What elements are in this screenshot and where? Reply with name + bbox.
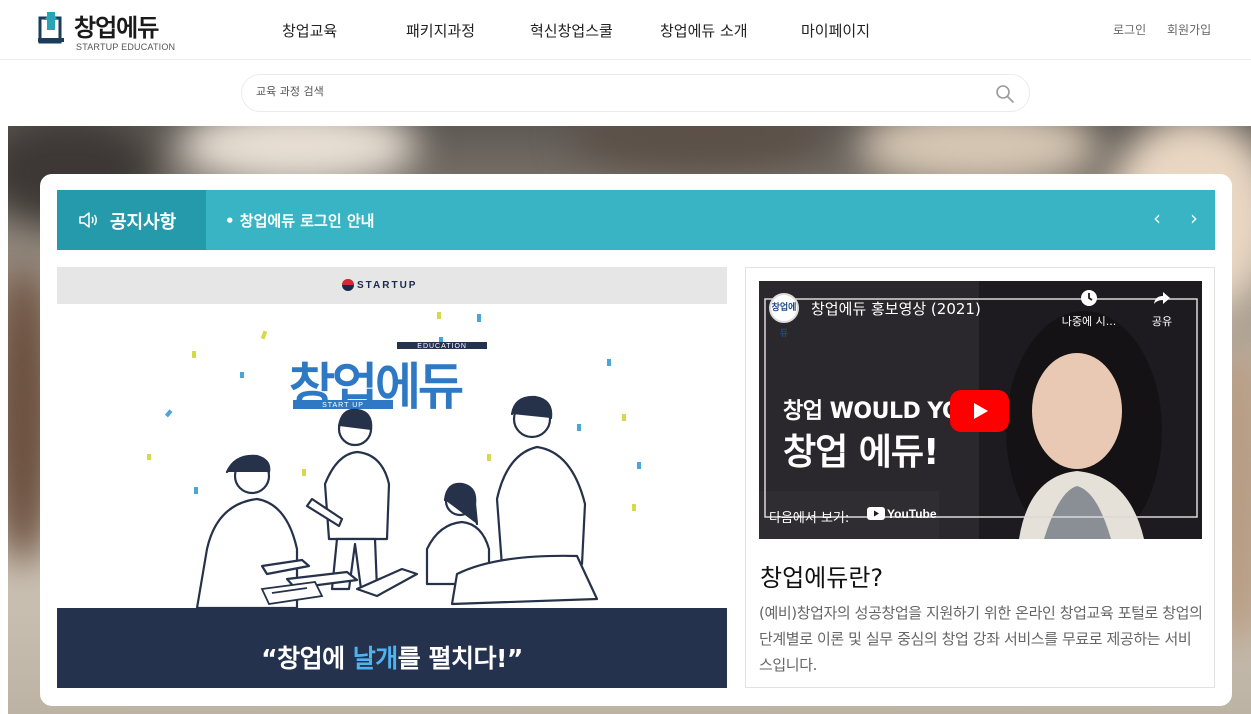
- watch-on-label: 다음에서 보기:: [769, 511, 850, 526]
- notice-title: 공지사항: [110, 212, 177, 233]
- video-headline-1: 창업 WOULD YOU: [783, 399, 978, 424]
- about-title: 창업에듀란?: [760, 564, 884, 592]
- play-button[interactable]: [950, 390, 1009, 432]
- logo-icon: [38, 12, 64, 44]
- notice-item-link[interactable]: • 창업에듀 로그인 안내: [225, 210, 374, 231]
- nav-package-course[interactable]: 패키지과정: [406, 20, 475, 41]
- logo-subtitle: STARTUP EDUCATION: [76, 42, 176, 52]
- clock-icon: [1081, 290, 1097, 306]
- banner-illustration: EDUCATION 창업에듀 START UP: [57, 304, 727, 608]
- slogan-highlight: 날개: [352, 644, 399, 673]
- slogan-part-1: “창업에: [261, 644, 353, 673]
- watch-later-label: 나중에 시...: [1061, 315, 1117, 328]
- banner-brand-strip: STARTUP: [57, 267, 727, 304]
- promo-banner[interactable]: STARTUP EDUCATION 창업에듀 START UP “창업에 날개를…: [57, 267, 727, 688]
- share-icon: [1154, 292, 1170, 304]
- watch-later-button[interactable]: 나중에 시...: [1059, 289, 1119, 329]
- banner-slogan: “창업에 날개를 펼치다!”: [57, 639, 727, 675]
- nav-about[interactable]: 창업에듀 소개: [660, 20, 748, 41]
- channel-avatar[interactable]: 창업에듀: [769, 293, 799, 339]
- nav-mypage[interactable]: 마이페이지: [801, 20, 870, 41]
- youtube-icon: [867, 507, 885, 520]
- nav-startup-education[interactable]: 창업교육: [282, 20, 337, 41]
- logo-title: 창업에듀: [74, 14, 159, 42]
- slogan-part-2: 를 펼치다!”: [397, 644, 524, 673]
- kstartup-label: STARTUP: [357, 280, 418, 291]
- video-headline-2: 창업 에듀!: [783, 432, 939, 473]
- play-icon: [974, 403, 988, 419]
- kstartup-logo-icon: [342, 279, 354, 291]
- about-description: (예비)창업자의 성공창업을 지원하기 위한 온라인 창업교육 포털로 창업의 …: [759, 604, 1203, 674]
- notice-next-button[interactable]: ›: [1190, 206, 1198, 230]
- search-icon[interactable]: [995, 84, 1015, 104]
- notice-header: 공지사항: [57, 190, 206, 250]
- speaker-icon: [79, 212, 97, 228]
- banner-logo-tag-bottom: START UP: [322, 402, 364, 409]
- youtube-label: YouTube: [887, 507, 937, 521]
- login-link[interactable]: 로그인: [1113, 21, 1146, 38]
- notice-bar: 공지사항 • 창업에듀 로그인 안내 ‹ ›: [57, 190, 1215, 250]
- share-button[interactable]: 공유: [1132, 289, 1192, 329]
- nav-innovation-school[interactable]: 혁신창업스쿨: [530, 20, 613, 41]
- site-header: 창업에듀 STARTUP EDUCATION 창업교육 패키지과정 혁신창업스쿨…: [0, 0, 1251, 60]
- share-label: 공유: [1151, 315, 1173, 328]
- search-bar: [241, 74, 1030, 112]
- search-input[interactable]: [256, 85, 956, 98]
- banner-logo-tag-top: EDUCATION: [417, 343, 467, 350]
- signup-link[interactable]: 회원가입: [1167, 21, 1211, 38]
- video-player[interactable]: 창업에듀 창업에듀 홍보영상 (2021) 나중에 시... 공유 창업 WOU…: [759, 281, 1202, 539]
- video-title[interactable]: 창업에듀 홍보영상 (2021): [811, 298, 981, 319]
- site-logo[interactable]: 창업에듀 STARTUP EDUCATION: [38, 8, 178, 54]
- notice-prev-button[interactable]: ‹: [1153, 206, 1161, 230]
